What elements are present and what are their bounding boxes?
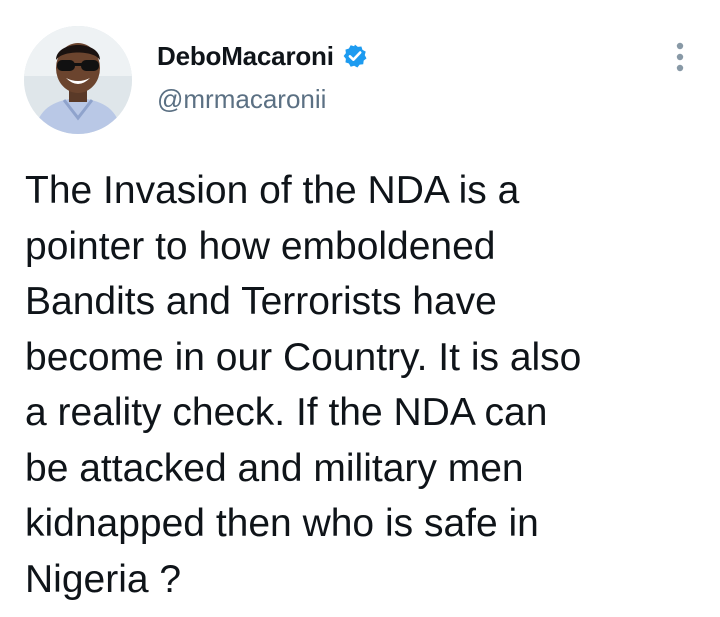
avatar[interactable] [24,26,132,134]
author-handle[interactable]: @mrmacaronii [157,84,326,115]
author-row: DeboMacaroni [157,36,368,76]
display-name[interactable]: DeboMacaroni [157,41,334,72]
verified-badge-icon [342,43,368,69]
tweet-card: DeboMacaroni @mrmacaronii The Invasion o… [0,0,720,617]
tweet-text: The Invasion of the NDA is a pointer to … [25,169,582,601]
profile-photo-icon [24,26,132,134]
more-options-button[interactable] [666,40,694,74]
more-vertical-icon [676,42,684,72]
